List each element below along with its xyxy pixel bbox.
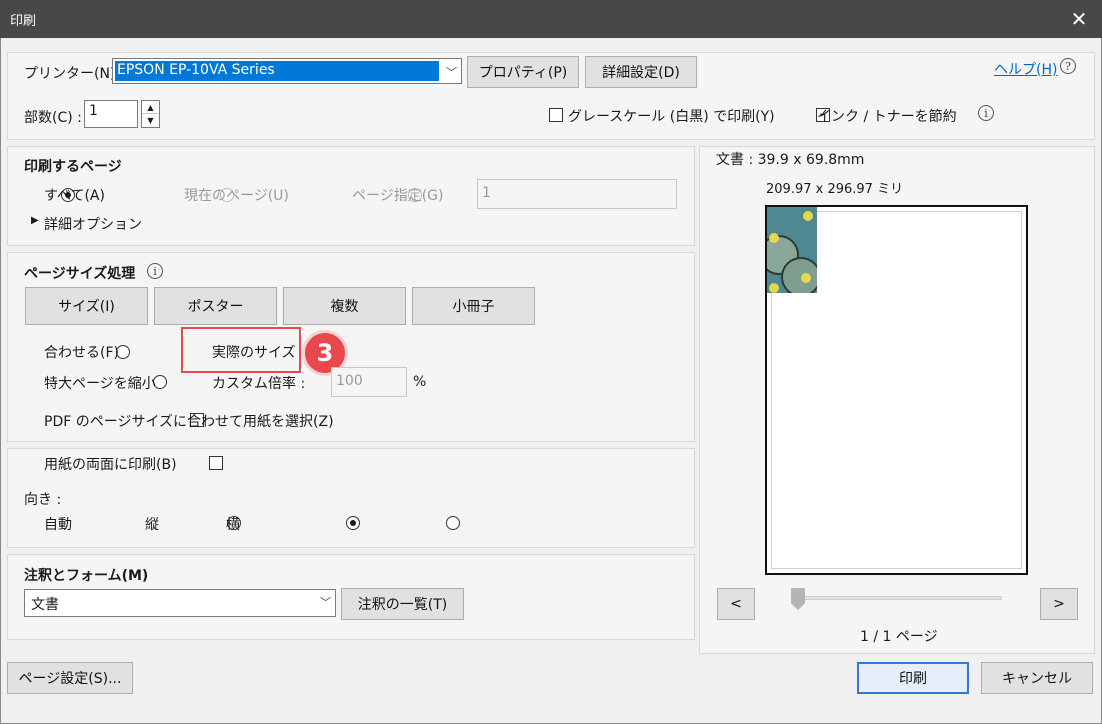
- info-icon[interactable]: i: [978, 105, 994, 121]
- save-ink-label: インク / トナーを節約: [817, 109, 957, 125]
- page-indicator: 1 / 1 ページ: [860, 629, 938, 645]
- chevron-down-icon: ﹀: [320, 596, 331, 609]
- landscape-label: 横: [226, 517, 240, 533]
- tab-booklet[interactable]: 小冊子: [412, 287, 535, 325]
- cancel-button[interactable]: キャンセル: [981, 662, 1093, 694]
- printer-select-value: EPSON EP-10VA Series: [117, 62, 275, 78]
- all-pages-label: すべて(A): [44, 188, 105, 204]
- printer-select[interactable]: EPSON EP-10VA Series ﹀: [112, 58, 462, 84]
- next-page-button[interactable]: >: [1040, 588, 1078, 620]
- preview-thumbnail: [767, 207, 817, 293]
- comments-select-value: 文書: [31, 597, 59, 613]
- title-bar: 印刷 ✕: [0, 0, 1102, 38]
- page-slider-track[interactable]: [793, 596, 1002, 600]
- page-range-label: ページ指定(G): [352, 188, 444, 204]
- pages-title: 印刷するページ: [24, 159, 122, 175]
- comments-title: 注釈とフォーム(M): [24, 568, 149, 584]
- paper-size-label: 209.97 x 296.97 ミリ: [766, 182, 904, 197]
- print-button[interactable]: 印刷: [857, 662, 969, 694]
- comments-summary-button[interactable]: 注釈の一覧(T): [341, 588, 464, 620]
- landscape-radio[interactable]: [445, 516, 460, 530]
- page-setup-button[interactable]: ページ設定(S)...: [7, 662, 133, 694]
- help-icon[interactable]: ?: [1060, 58, 1076, 74]
- copies-spinner[interactable]: ▲ ▼: [141, 100, 160, 128]
- fit-label: 合わせる(F): [44, 345, 119, 361]
- duplex-checkbox[interactable]: [208, 456, 223, 470]
- spin-up-icon[interactable]: ▲: [142, 101, 159, 114]
- percent-label: %: [413, 374, 427, 390]
- grayscale-checkbox[interactable]: [549, 108, 563, 122]
- page-range-input[interactable]: 1: [477, 179, 677, 209]
- help-link[interactable]: ヘルプ(H): [994, 59, 1057, 79]
- portrait-label: 縦: [145, 517, 159, 533]
- highlight-box: [181, 327, 301, 373]
- printer-label: プリンター(N) :: [24, 66, 125, 82]
- current-page-label: 現在のページ(U): [184, 188, 289, 204]
- chevron-down-icon: ﹀: [446, 66, 457, 79]
- duplex-label: 用紙の両面に印刷(B): [44, 457, 177, 473]
- expand-icon[interactable]: ▶: [31, 215, 39, 226]
- custom-scale-label: カスタム倍率 :: [212, 376, 306, 392]
- custom-scale-input[interactable]: 100: [331, 367, 407, 397]
- auto-orientation-label: 自動: [44, 517, 72, 533]
- info-icon[interactable]: i: [147, 263, 163, 279]
- copies-label: 部数(C) :: [24, 110, 82, 126]
- pdf-page-size-label: PDF のページサイズに合わせて用紙を選択(Z): [44, 414, 334, 430]
- more-options-link[interactable]: 詳細オプション: [44, 214, 142, 234]
- tab-size[interactable]: サイズ(I): [25, 287, 148, 325]
- tab-poster[interactable]: ポスター: [154, 287, 277, 325]
- orientation-label: 向き :: [24, 492, 62, 508]
- grayscale-label: グレースケール (白黒) で印刷(Y): [568, 109, 775, 125]
- prev-page-button[interactable]: <: [717, 588, 755, 620]
- copies-input[interactable]: 1: [84, 100, 138, 128]
- spin-down-icon[interactable]: ▼: [142, 114, 159, 127]
- page-sizing-title: ページサイズ処理: [24, 266, 136, 282]
- advanced-button[interactable]: 詳細設定(D): [585, 56, 697, 88]
- shrink-label: 特大ページを縮小: [44, 376, 156, 392]
- comments-select[interactable]: 文書 ﹀: [24, 589, 336, 617]
- properties-button[interactable]: プロパティ(P): [467, 56, 579, 88]
- close-icon[interactable]: ✕: [1056, 0, 1102, 38]
- tab-multiple[interactable]: 複数: [283, 287, 406, 325]
- document-size-label: 文書 : 39.9 x 69.8mm: [716, 152, 865, 168]
- window-title: 印刷: [10, 14, 37, 29]
